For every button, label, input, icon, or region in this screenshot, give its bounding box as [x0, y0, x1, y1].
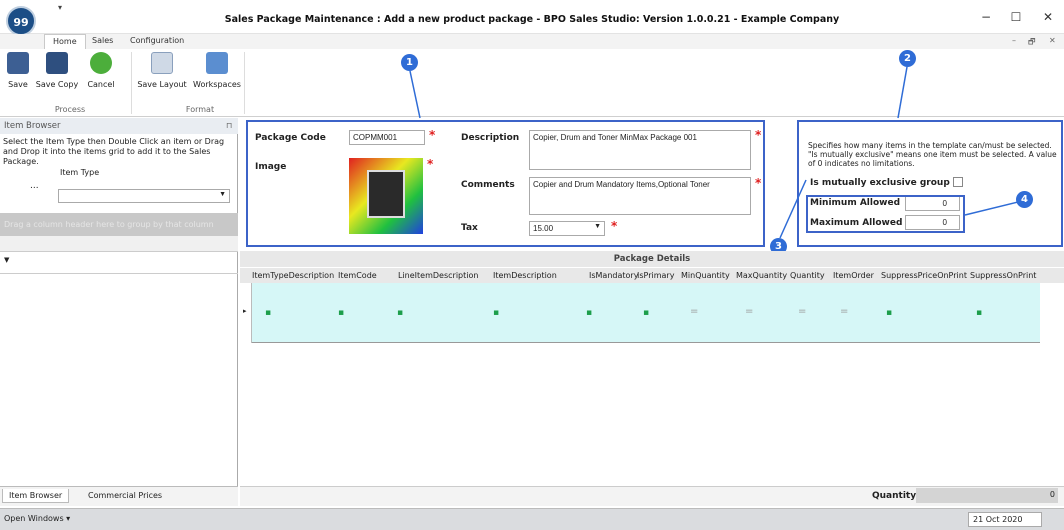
- package-details-title: Package Details: [240, 251, 1064, 267]
- equals-icon: =: [745, 306, 754, 317]
- ab-icon: ▪: [586, 308, 593, 318]
- column-header[interactable]: ItemCode: [338, 271, 377, 280]
- column-header[interactable]: ItemTypeDescription: [252, 271, 334, 280]
- status-bar: [0, 508, 1064, 530]
- ab-icon: ▪: [886, 308, 893, 318]
- ab-icon: ▪: [338, 308, 345, 318]
- ab-icon: ▪: [643, 308, 650, 318]
- column-header[interactable]: MaxQuantity: [736, 271, 787, 280]
- details-grid-header: ItemTypeDescription ItemCode LineItemDes…: [240, 268, 1064, 283]
- column-header[interactable]: LineItemDescription: [398, 271, 478, 280]
- column-header[interactable]: ItemOrder: [833, 271, 874, 280]
- ab-icon: ▪: [265, 308, 272, 318]
- equals-icon: =: [690, 306, 699, 317]
- new-item-row[interactable]: [240, 283, 1040, 343]
- column-header[interactable]: MinQuantity: [681, 271, 730, 280]
- open-windows-button[interactable]: Open Windows ▾: [4, 514, 70, 523]
- ab-icon: ▪: [493, 308, 500, 318]
- quantity-label: Quantity: [872, 491, 917, 501]
- column-header[interactable]: Quantity: [790, 271, 825, 280]
- row-indicator[interactable]: ▸: [240, 283, 252, 343]
- date-field[interactable]: 21 Oct 2020: [968, 512, 1042, 527]
- column-header[interactable]: IsPrimary: [637, 271, 674, 280]
- equals-icon: =: [840, 306, 849, 317]
- equals-icon: =: [798, 306, 807, 317]
- column-header[interactable]: SuppressPriceOnPrint: [881, 271, 967, 280]
- ab-icon: ▪: [976, 308, 983, 318]
- quantity-total: 0: [916, 488, 1058, 503]
- column-header[interactable]: IsMandatory: [589, 271, 638, 280]
- column-header[interactable]: SuppressOnPrint: [970, 271, 1036, 280]
- column-header[interactable]: ItemDescription: [493, 271, 557, 280]
- ab-icon: ▪: [397, 308, 404, 318]
